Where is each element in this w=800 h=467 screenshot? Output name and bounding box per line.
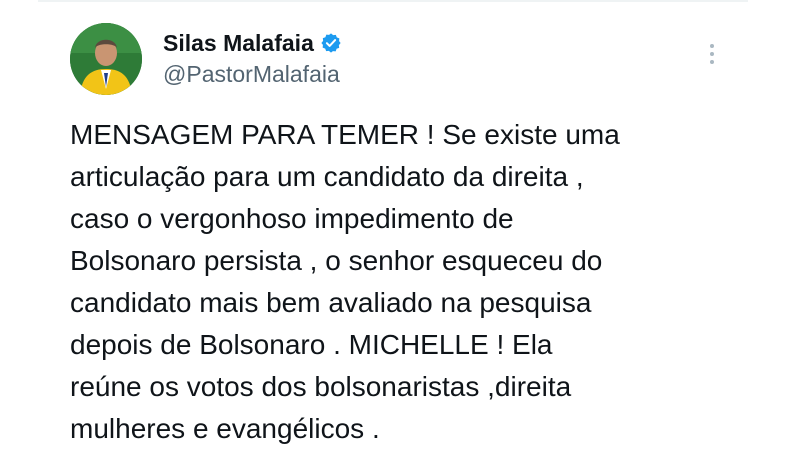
avatar[interactable]	[70, 23, 142, 95]
verified-badge-icon	[320, 32, 342, 54]
author-display-name[interactable]: Silas Malafaia	[163, 30, 314, 57]
author-name-row: Silas Malafaia	[163, 28, 342, 58]
more-options-icon	[709, 42, 715, 66]
tweet-author: Silas Malafaia @PastorMalafaia	[163, 28, 342, 88]
tweet-card: Silas Malafaia @PastorMalafaia MENSAGEM …	[0, 0, 800, 467]
author-handle[interactable]: @PastorMalafaia	[163, 61, 342, 88]
tweet-text: MENSAGEM PARA TEMER ! Se existe uma arti…	[70, 119, 620, 444]
more-options-button[interactable]	[700, 40, 724, 68]
